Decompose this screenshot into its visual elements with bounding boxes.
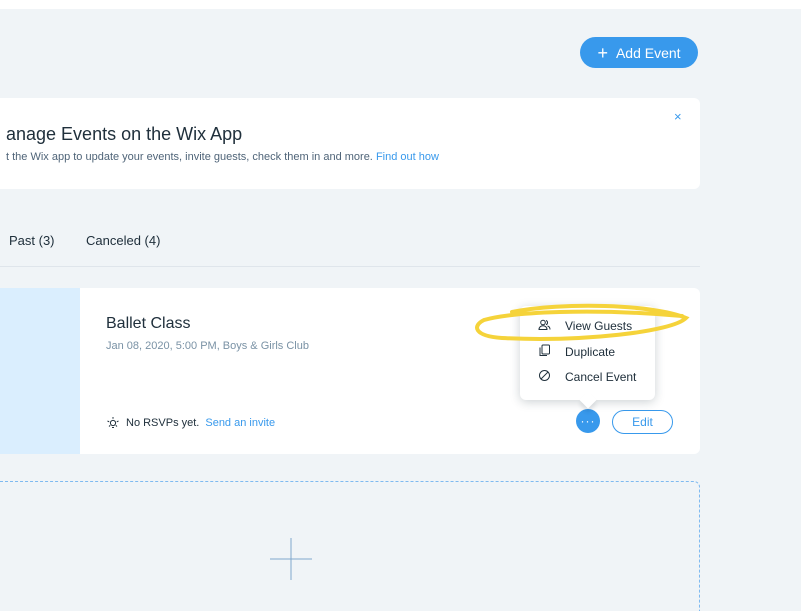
close-icon[interactable]: × — [674, 109, 682, 124]
event-meta: Jan 08, 2020, 5:00 PM, Boys & Girls Club — [106, 340, 309, 352]
find-out-how-link[interactable]: Find out how — [376, 151, 439, 163]
add-event-button[interactable]: + Add Event — [580, 37, 698, 68]
menu-item-label: View Guests — [565, 319, 633, 333]
send-invite-link[interactable]: Send an invite — [205, 417, 275, 429]
tabs-divider — [0, 266, 700, 267]
tab-past[interactable]: Past (3) — [9, 233, 55, 248]
menu-item-view-guests[interactable]: View Guests — [538, 318, 632, 334]
lightbulb-icon — [106, 416, 120, 430]
rsvp-status: No RSVPs yet. Send an invite — [106, 416, 275, 430]
event-image-placeholder — [0, 288, 80, 454]
guests-icon — [538, 318, 551, 334]
app-promo-banner: anage Events on the Wix App t the Wix ap… — [0, 98, 700, 189]
tab-canceled[interactable]: Canceled (4) — [86, 233, 160, 248]
banner-description: t the Wix app to update your events, inv… — [6, 151, 373, 163]
add-event-label: Add Event — [615, 44, 681, 61]
banner-title: anage Events on the Wix App — [6, 124, 243, 144]
menu-item-cancel-event[interactable]: Cancel Event — [538, 369, 636, 385]
more-actions-button[interactable]: ··· — [576, 409, 600, 433]
plus-icon: + — [597, 42, 608, 63]
menu-item-label: Duplicate — [565, 345, 616, 359]
menu-item-duplicate[interactable]: Duplicate — [538, 344, 615, 360]
rsvp-text: No RSVPs yet. — [126, 417, 200, 429]
edit-button[interactable]: Edit — [612, 410, 673, 434]
cancel-icon — [538, 369, 551, 385]
menu-item-label: Cancel Event — [565, 370, 637, 384]
event-title: Ballet Class — [106, 315, 191, 332]
banner-text: t the Wix app to update your events, inv… — [6, 151, 439, 163]
event-actions-menu: View Guests Duplicate Cancel Event — [520, 306, 655, 400]
add-event-placeholder-card[interactable] — [0, 481, 700, 611]
plus-icon[interactable] — [270, 538, 312, 580]
duplicate-icon — [538, 344, 551, 360]
